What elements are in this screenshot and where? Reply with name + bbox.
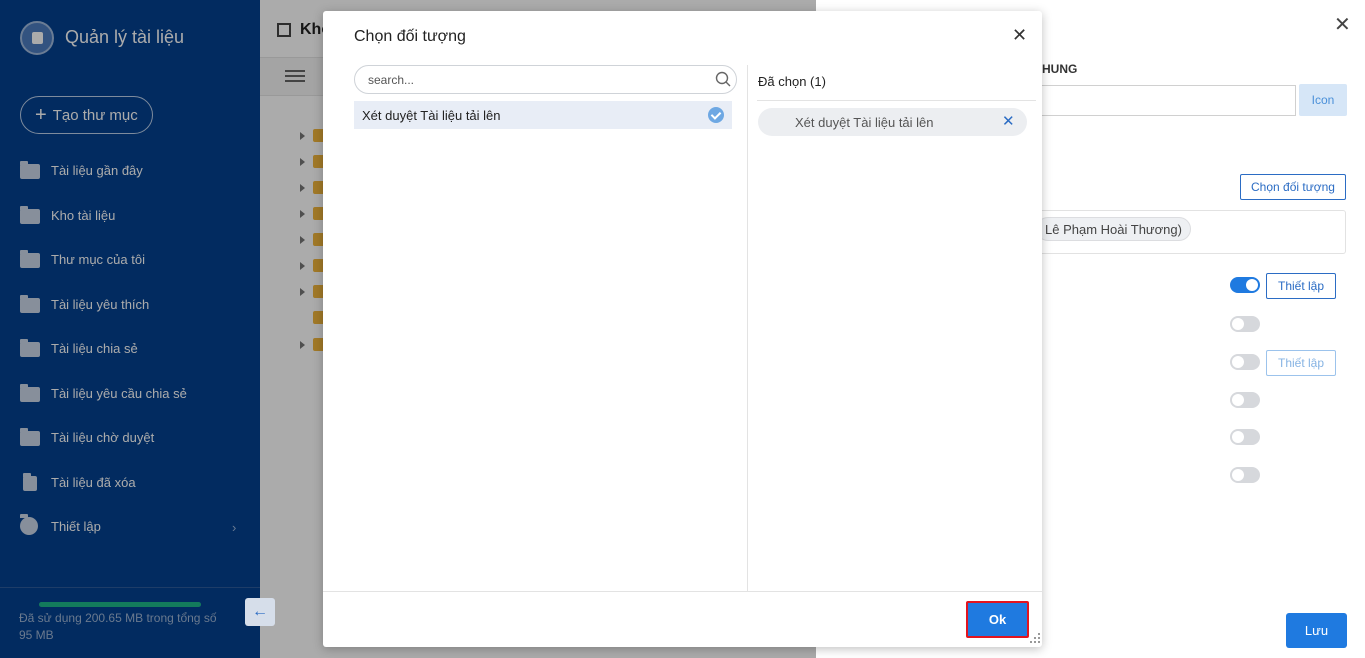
toggle-switch[interactable] — [1230, 392, 1260, 408]
selected-item-chip: Xét duyệt Tài liệu tải lên ✕ — [758, 108, 1027, 136]
close-icon[interactable]: ✕ — [1012, 25, 1027, 46]
icon-button[interactable]: Icon — [1299, 84, 1347, 116]
chosen-person-chip: Lê Phạm Hoài Thương) — [1036, 217, 1191, 241]
choose-object-button[interactable]: Chọn đối tượng — [1240, 174, 1346, 200]
panel-close-icon[interactable]: ✕ — [1334, 12, 1351, 37]
selected-count-title: Đã chọn (1) — [758, 74, 826, 89]
toggle-switch[interactable] — [1230, 429, 1260, 445]
check-circle-icon — [708, 107, 724, 123]
list-item[interactable]: Xét duyệt Tài liệu tải lên — [354, 101, 732, 129]
search-input[interactable] — [354, 65, 737, 94]
divider — [757, 100, 1036, 101]
save-button[interactable]: Lưu — [1286, 613, 1347, 648]
collapse-sidebar-button[interactable]: ← — [245, 598, 275, 626]
search-icon[interactable] — [715, 71, 731, 87]
dialog-title: Chọn đối tượng — [354, 28, 466, 45]
settings-button[interactable]: Thiết lập — [1266, 273, 1336, 299]
ok-button[interactable]: Ok — [966, 601, 1029, 638]
settings-button-disabled: Thiết lập — [1266, 350, 1336, 376]
arrow-left-icon: ← — [252, 603, 268, 620]
choose-object-dialog: Chọn đối tượng ✕ Xét duyệt Tài liệu tải … — [323, 11, 1042, 647]
resize-handle-icon[interactable] — [1030, 633, 1040, 643]
divider — [323, 591, 1042, 592]
toggle-switch[interactable] — [1230, 316, 1260, 332]
toggle-switch[interactable] — [1230, 277, 1260, 293]
selected-item-label: Xét duyệt Tài liệu tải lên — [795, 114, 934, 130]
remove-icon[interactable]: ✕ — [1002, 112, 1015, 130]
divider — [747, 65, 748, 591]
name-input[interactable] — [1042, 85, 1296, 116]
toggle-switch[interactable] — [1230, 467, 1260, 483]
list-item-label: Xét duyệt Tài liệu tải lên — [362, 107, 501, 123]
toggle-switch[interactable] — [1230, 354, 1260, 370]
section-label: HUNG — [1042, 62, 1078, 76]
